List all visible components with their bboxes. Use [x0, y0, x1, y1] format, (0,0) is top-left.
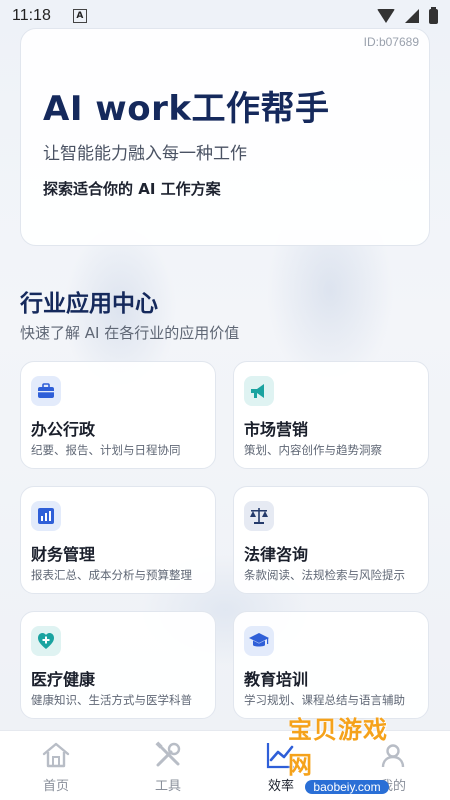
card-marketing[interactable]: 市场营销 策划、内容创作与趋势洞察	[233, 361, 429, 469]
watermark-logo: 宝贝游戏网 baobeiy.com	[288, 710, 406, 794]
card-title: 法律咨询	[244, 545, 309, 564]
battery-icon	[429, 6, 438, 24]
card-legal[interactable]: 法律咨询 条款阅读、法规检索与风险提示	[233, 486, 429, 594]
hero-card[interactable]: ID:b07689 AI work工作帮手 让智能能力融入每一种工作 探索适合你…	[20, 28, 430, 246]
card-finance[interactable]: 财务管理 报表汇总、成本分析与预算整理	[20, 486, 216, 594]
medical-cross-icon	[31, 626, 61, 656]
notification-icon: A	[72, 9, 87, 23]
card-title: 医疗健康	[31, 670, 96, 689]
watermark-url: baobeiy.com	[305, 780, 389, 794]
card-education[interactable]: 教育培训 学习规划、课程总结与语言辅助	[233, 611, 429, 719]
status-icons	[377, 6, 438, 24]
wifi-icon	[377, 9, 395, 23]
card-desc: 条款阅读、法规检索与风险提示	[244, 568, 405, 582]
hero-cta[interactable]: 探索适合你的 AI 工作方案	[43, 178, 221, 199]
card-title: 办公行政	[31, 420, 96, 439]
tab-home[interactable]: 首页	[0, 731, 112, 800]
card-healthcare[interactable]: 医疗健康 健康知识、生活方式与医学科普	[20, 611, 216, 719]
bar-chart-icon	[31, 501, 61, 531]
card-title: 财务管理	[31, 545, 96, 564]
section-subtitle: 快速了解 AI 在各行业的应用价值	[20, 324, 240, 342]
tools-icon	[152, 739, 184, 771]
card-desc: 策划、内容创作与趋势洞察	[244, 443, 382, 457]
home-icon	[40, 739, 72, 771]
card-desc: 健康知识、生活方式与医学科普	[31, 693, 192, 707]
watermark-text: 宝贝游戏网	[288, 716, 388, 779]
card-title: 教育培训	[244, 670, 309, 689]
megaphone-icon	[244, 376, 274, 406]
scale-icon	[244, 501, 274, 531]
status-time: 11:18	[12, 7, 51, 24]
tab-tools[interactable]: 工具	[112, 731, 224, 800]
hero-title: AI work工作帮手	[43, 89, 330, 129]
card-desc: 报表汇总、成本分析与预算整理	[31, 568, 192, 582]
tab-label: 工具	[154, 779, 181, 794]
section-title: 行业应用中心	[20, 291, 158, 317]
card-office-admin[interactable]: 办公行政 纪要、报告、计划与日程协同	[20, 361, 216, 469]
card-desc: 纪要、报告、计划与日程协同	[31, 443, 181, 457]
card-title: 市场营销	[244, 420, 309, 439]
hero-subtitle: 让智能能力融入每一种工作	[43, 144, 247, 164]
tab-label: 首页	[42, 779, 69, 794]
briefcase-icon	[31, 376, 61, 406]
signal-icon	[405, 9, 419, 23]
card-desc: 学习规划、课程总结与语言辅助	[244, 693, 405, 707]
graduation-cap-icon	[244, 626, 274, 656]
hero-id-label: ID:b07689	[363, 35, 419, 49]
